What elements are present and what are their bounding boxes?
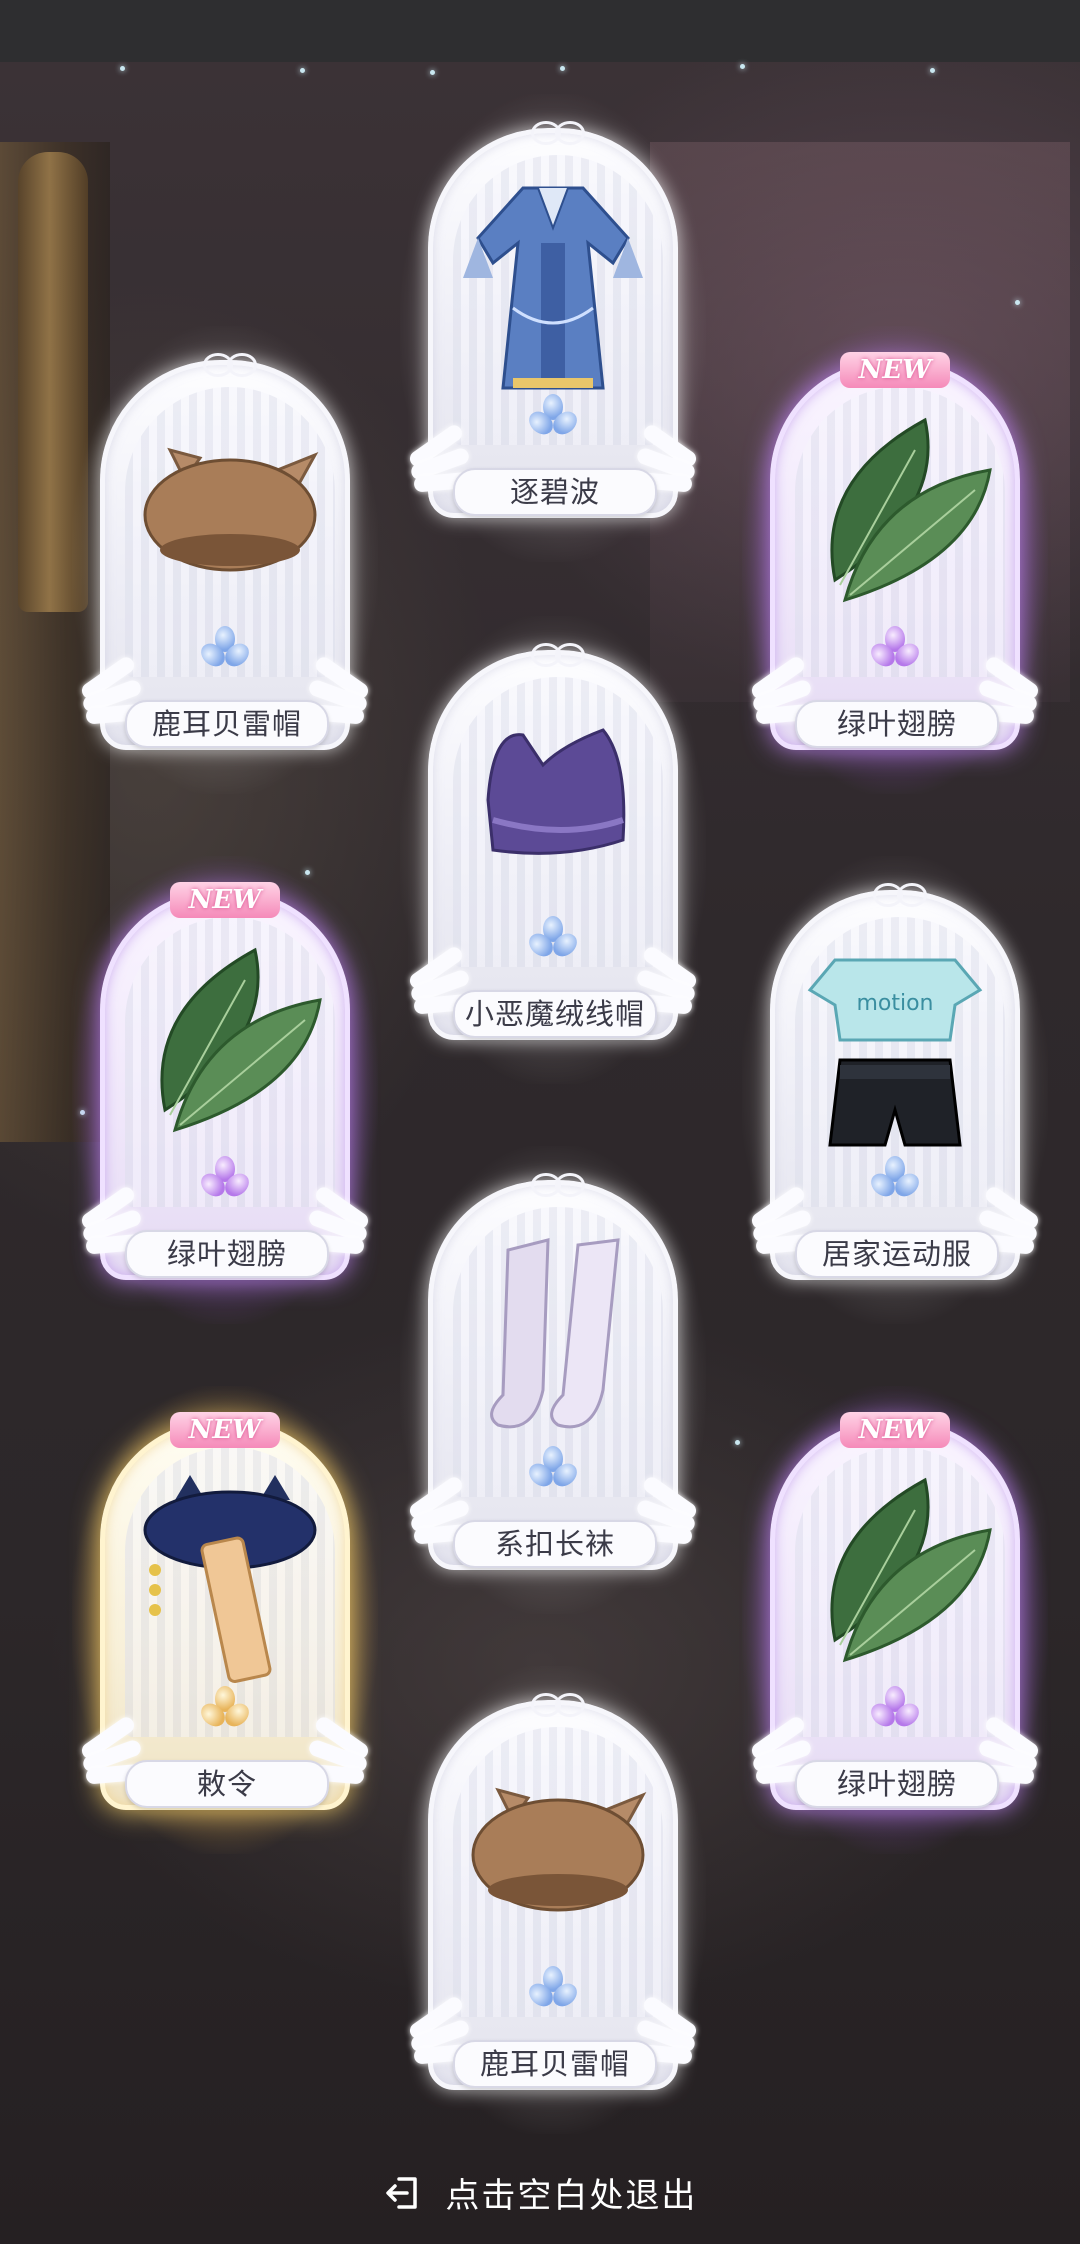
reward-card[interactable]: motion 居家运动服: [742, 856, 1048, 1324]
sparkle: [300, 68, 305, 73]
home-sportswear-icon: motion: [807, 958, 983, 1147]
item-name: 绿叶翅膀: [125, 1230, 329, 1278]
item-name: 逐碧波: [453, 468, 657, 516]
quality-gem-icon: [866, 1686, 924, 1732]
quality-gem-icon: [196, 626, 254, 672]
item-name: 敕令: [125, 1760, 329, 1808]
status-bar: [0, 0, 1080, 62]
quality-gem-icon: [196, 1686, 254, 1732]
item-name: 鹿耳贝雷帽: [453, 2040, 657, 2088]
green-leaf-wings-icon: [830, 417, 992, 603]
sparkle: [740, 64, 745, 69]
item-name: 系扣长袜: [453, 1520, 657, 1568]
reward-card[interactable]: 鹿耳贝雷帽: [400, 1666, 706, 2134]
item-name: 绿叶翅膀: [795, 700, 999, 748]
blue-hanfu-dress-icon: [463, 186, 643, 390]
item-name: 绿叶翅膀: [795, 1760, 999, 1808]
quality-gem-icon: [524, 1446, 582, 1492]
purple-knit-hat-icon: [486, 728, 626, 855]
deer-ear-beret-icon: [143, 447, 319, 572]
reward-card[interactable]: NEW 绿叶翅膀: [742, 326, 1048, 794]
reward-card[interactable]: 逐碧波: [400, 94, 706, 562]
quality-gem-icon: [866, 1156, 924, 1202]
quality-gem-icon: [524, 1966, 582, 2012]
new-badge: NEW: [840, 352, 950, 388]
cat-ear-jiangshi-hat-icon: [143, 1475, 317, 1684]
reward-card[interactable]: NEW 绿叶翅膀: [72, 856, 378, 1324]
new-badge: NEW: [170, 882, 280, 918]
item-name: 居家运动服: [795, 1230, 999, 1278]
exit-icon: [385, 2176, 417, 2209]
sparkle: [1015, 300, 1020, 305]
deer-ear-beret-icon: [471, 1787, 647, 1912]
new-badge: NEW: [840, 1412, 950, 1448]
sparkle: [930, 68, 935, 73]
green-leaf-wings-icon: [830, 1477, 992, 1663]
green-leaf-wings-icon: [160, 947, 322, 1133]
reward-card[interactable]: 系扣长袜: [400, 1146, 706, 1614]
sparkle: [560, 66, 565, 71]
item-name: 鹿耳贝雷帽: [125, 700, 329, 748]
sparkle: [120, 66, 125, 71]
reward-card[interactable]: 小恶魔绒线帽: [400, 616, 706, 1084]
quality-gem-icon: [524, 916, 582, 962]
reward-card[interactable]: NEW 敕令: [72, 1386, 378, 1854]
svg-text:motion: motion: [856, 991, 933, 1016]
quality-gem-icon: [524, 394, 582, 440]
buttoned-stockings-icon: [490, 1238, 620, 1429]
exit-hint[interactable]: 点击空白处退出: [0, 2168, 1080, 2224]
quality-gem-icon: [866, 626, 924, 672]
sparkle: [735, 1440, 740, 1445]
item-name: 小恶魔绒线帽: [453, 990, 657, 1038]
quality-gem-icon: [196, 1156, 254, 1202]
sparkle: [430, 70, 435, 75]
reward-card[interactable]: NEW 绿叶翅膀: [742, 1386, 1048, 1854]
new-badge: NEW: [170, 1412, 280, 1448]
exit-text: 点击空白处退出: [445, 2176, 698, 2216]
reward-card[interactable]: 鹿耳贝雷帽: [72, 326, 378, 794]
